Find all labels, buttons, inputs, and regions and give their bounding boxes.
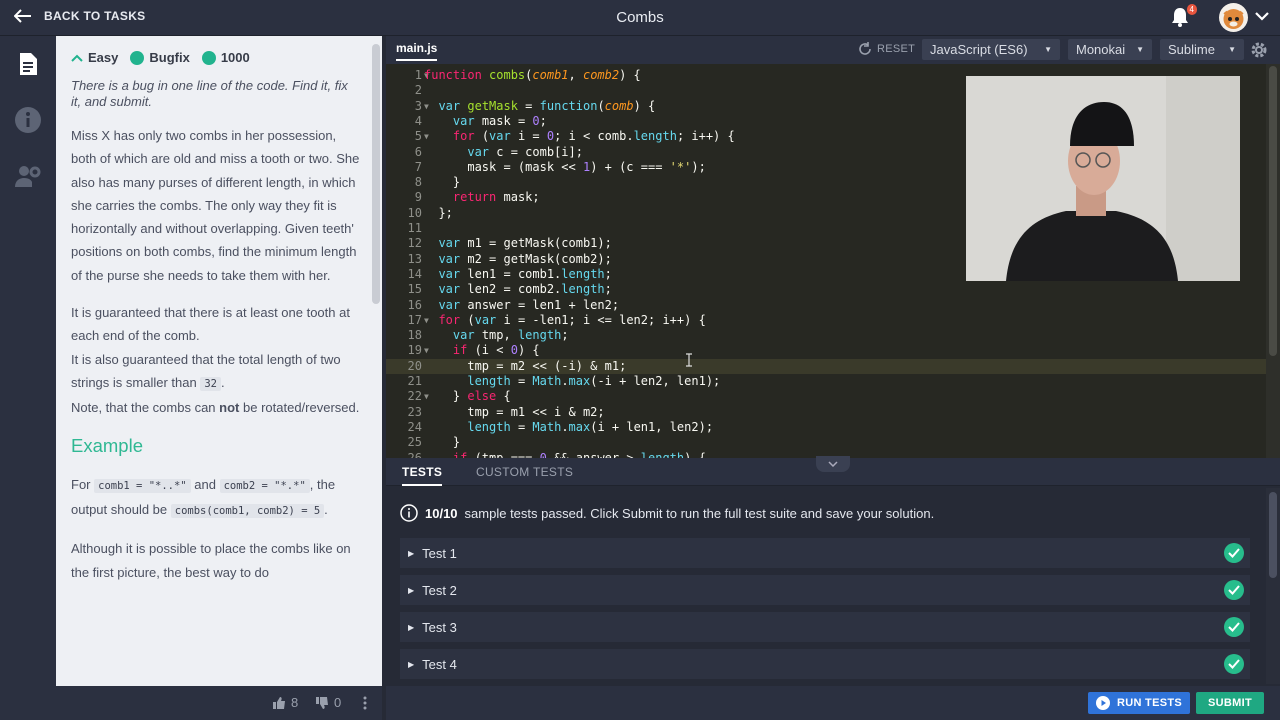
collapse-panel-button[interactable] <box>816 456 850 472</box>
points-icon <box>201 50 216 65</box>
webcam-overlay <box>966 76 1240 281</box>
user-avatar[interactable] <box>1219 3 1248 32</box>
chevron-down-icon[interactable] <box>1254 10 1270 22</box>
side-nav <box>0 36 56 720</box>
test-row[interactable]: ▶ Test 4 <box>400 649 1250 679</box>
check-icon <box>1224 543 1244 563</box>
code-scrollbar[interactable] <box>1266 64 1280 458</box>
tab-custom-tests[interactable]: CUSTOM TESTS <box>476 465 573 479</box>
caret-right-icon: ▶ <box>408 585 415 595</box>
caret-right-icon: ▶ <box>408 659 415 669</box>
avatar-image <box>1223 9 1244 29</box>
more-vertical-icon[interactable] <box>362 696 368 710</box>
check-icon <box>1224 654 1244 674</box>
test-status: 10/10 sample tests passed. Click Submit … <box>400 504 934 522</box>
action-footer: RUN TESTS SUBMIT <box>386 686 1280 720</box>
reset-icon <box>859 42 871 55</box>
dislike-button[interactable]: 0 <box>315 695 341 710</box>
info-circle-icon <box>400 504 418 522</box>
caret-down-icon: ▼ <box>1228 45 1236 54</box>
sidebar-item-info[interactable] <box>0 92 56 148</box>
like-button[interactable]: 8 <box>272 695 298 710</box>
check-icon <box>1224 617 1244 637</box>
task-meta: Easy Bugfix 1000 <box>71 50 250 65</box>
code-line: 23 tmp = m1 << i & m2; <box>407 404 605 419</box>
test-row[interactable]: ▶ Test 3 <box>400 612 1250 642</box>
description-guarantees: It is guaranteed that there is at least … <box>71 305 350 344</box>
play-icon <box>1095 696 1110 710</box>
sidebar-item-settings[interactable] <box>0 148 56 204</box>
code-line: 16 var answer = len1 + len2; <box>407 297 620 312</box>
task-type: Bugfix <box>130 50 190 65</box>
test-row[interactable]: ▶ Test 1 <box>400 538 1250 568</box>
task-points: 1000 <box>201 50 250 65</box>
difficulty: Easy <box>71 50 118 65</box>
code-line: 22 ▼ } else { <box>407 389 511 404</box>
document-icon <box>20 53 37 75</box>
code-line: 19 ▼ if (i < 0) { <box>407 343 540 358</box>
file-tab-main[interactable]: main.js <box>396 41 438 61</box>
example-text: For comb1 = "*..*" and comb2 = "*.*", th… <box>71 476 336 519</box>
code-line: 17 ▼ for (var i = -len1; i <= len2; i++) … <box>407 312 706 327</box>
arrow-left-icon <box>14 9 31 23</box>
description-intro: There is a bug in one line of the code. … <box>71 78 348 109</box>
text-cursor-icon <box>686 353 692 367</box>
description-paragraph-4: Although it is possible to place the com… <box>71 541 351 580</box>
code-line: 18 var tmp, length; <box>407 328 569 343</box>
tests-scrollbar[interactable] <box>1266 488 1280 684</box>
tests-scrollbar-thumb[interactable] <box>1269 492 1277 578</box>
person-image <box>966 76 1240 281</box>
description-paragraph: Miss X has only two combs in her possess… <box>71 128 360 283</box>
sidebar-item-description[interactable] <box>0 36 56 92</box>
task-description-panel: Easy Bugfix 1000 There is a bug in one l… <box>56 36 382 686</box>
code-line: 25 } <box>407 435 461 450</box>
editor-toolbar: main.js RESET JavaScript (ES6) ▼ Monokai ▼… <box>386 36 1280 64</box>
chevron-up-icon <box>71 54 83 62</box>
back-label: BACK TO TASKS <box>44 9 146 23</box>
code-line: 24 length = Math.max(i + len1, len2); <box>407 419 714 434</box>
description-rotation-note: Note, that the combs can not be rotated/… <box>71 400 360 416</box>
caret-right-icon: ▶ <box>408 622 415 632</box>
chevron-down-icon <box>828 461 838 467</box>
tab-tests[interactable]: TESTS <box>402 465 443 486</box>
description-footer: 8 0 <box>56 686 382 720</box>
gear-icon[interactable] <box>1250 41 1268 59</box>
code-line: 21 length = Math.max(-i + len2, len1); <box>407 374 721 388</box>
description-length-note: It is also guaranteed that the total len… <box>71 351 341 391</box>
submit-button[interactable]: SUBMIT <box>1196 692 1264 714</box>
code-scrollbar-thumb[interactable] <box>1269 66 1277 356</box>
example-heading: Example <box>71 434 143 456</box>
reset-button[interactable]: RESET <box>858 42 915 56</box>
thumbs-up-icon <box>273 696 285 709</box>
info-icon <box>15 107 41 133</box>
tests-panel: 10/10 sample tests passed. Click Submit … <box>386 486 1280 686</box>
top-bar: BACK TO TASKS Combs 4 <box>0 0 1280 36</box>
check-icon <box>1224 580 1244 600</box>
bugfix-icon <box>130 50 145 65</box>
user-settings-icon <box>15 166 41 187</box>
page-title: Combs <box>616 9 664 26</box>
test-row[interactable]: ▶ Test 2 <box>400 575 1250 605</box>
keymap-select[interactable]: Sublime ▼ <box>1160 39 1244 60</box>
description-text: There is a bug in one line of the code. … <box>71 78 361 598</box>
thumbs-down-icon <box>316 696 328 709</box>
theme-select[interactable]: Monokai ▼ <box>1068 39 1152 60</box>
notification-badge: 4 <box>1186 4 1197 15</box>
caret-down-icon: ▼ <box>1044 45 1052 54</box>
language-select[interactable]: JavaScript (ES6) ▼ <box>922 39 1060 60</box>
test-panel-tabs: TESTS CUSTOM TESTS <box>386 456 1280 486</box>
notifications-button[interactable]: 4 <box>1170 4 1197 30</box>
code-line-active: 20 tmp = m2 << (-i) & m1; <box>386 358 1266 374</box>
description-scrollbar[interactable] <box>372 44 380 304</box>
back-to-tasks-button[interactable]: BACK TO TASKS <box>14 9 145 23</box>
caret-right-icon: ▶ <box>408 548 415 558</box>
run-tests-button[interactable]: RUN TESTS <box>1088 692 1190 714</box>
caret-down-icon: ▼ <box>1136 45 1144 54</box>
code-line: 15 var len2 = comb2.length; <box>407 282 612 297</box>
